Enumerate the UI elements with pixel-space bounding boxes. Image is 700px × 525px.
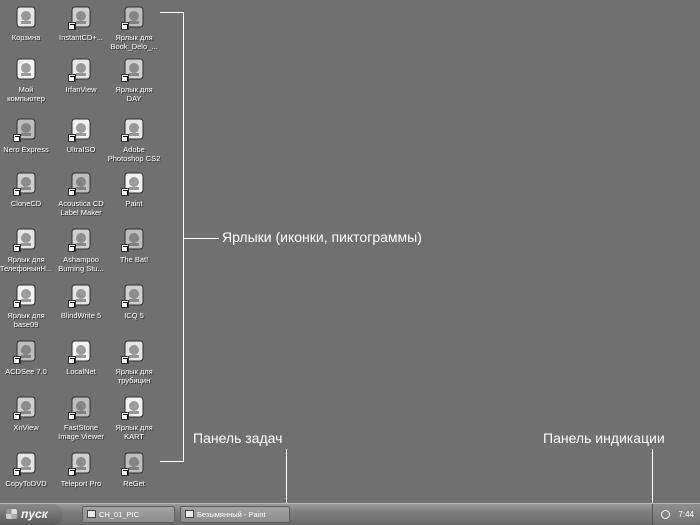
- reget-icon: [121, 450, 147, 476]
- phonebook-icon: [13, 226, 39, 252]
- icq-flower-icon: [121, 282, 147, 308]
- shortcut-arrow-icon: [13, 300, 21, 308]
- shortcut-arrow-icon: [13, 468, 21, 476]
- start-label: пуск: [21, 507, 48, 521]
- desktop-icon-label: The Bat!: [119, 255, 149, 264]
- folder-icon: [121, 4, 147, 30]
- shortcut-arrow-icon: [68, 468, 76, 476]
- shortcut-arrow-icon: [68, 188, 76, 196]
- shortcut-arrow-icon: [68, 412, 76, 420]
- desktop-icon-trubitsin-shortcut[interactable]: Ярлык для трубицин: [102, 338, 166, 385]
- shortcut-arrow-icon: [121, 74, 129, 82]
- taskbar-pointer-line: [286, 449, 287, 506]
- instantcd-icon: [68, 4, 94, 30]
- photoshop-icon: [121, 116, 147, 142]
- tray-pointer-line: [652, 449, 653, 506]
- recycle-bin-icon: [13, 4, 39, 30]
- shortcut-arrow-icon: [68, 244, 76, 252]
- task-label: Безымянный - Paint: [197, 510, 266, 519]
- shortcut-arrow-icon: [68, 22, 76, 30]
- clock[interactable]: 7:44: [678, 504, 694, 525]
- shortcut-arrow-icon: [121, 412, 129, 420]
- desktop-icon-book-delo-shortcut[interactable]: Ярлык для Book_Delo_...: [102, 4, 166, 51]
- bracket-pointer-line: [183, 238, 219, 239]
- paint-icon: [185, 510, 194, 518]
- bracket-bottom-line: [160, 461, 184, 462]
- task-button-folder[interactable]: CH_01_PIC: [82, 506, 175, 523]
- taskbar: пуск CH_01_PIC Безымянный - Paint 7:44: [0, 503, 700, 525]
- xnview-icon: [13, 394, 39, 420]
- copytodvd-icon: [13, 450, 39, 476]
- shortcut-arrow-icon: [68, 300, 76, 308]
- desktop-icon-label: Ярлык для Book_Delo_...: [110, 33, 158, 51]
- users-icon: [121, 338, 147, 364]
- desktop: Корзина InstantCD+... Ярлык для Book_Delo_…: [0, 0, 700, 506]
- nero-icon: [13, 116, 39, 142]
- shortcut-arrow-icon: [13, 134, 21, 142]
- eye-icon: [68, 394, 94, 420]
- callout-taskbar: Панель задач: [193, 430, 283, 446]
- start-button[interactable]: пуск: [0, 504, 62, 525]
- bracket-vertical-line: [183, 12, 184, 461]
- tray-refresh-icon[interactable]: [661, 510, 670, 519]
- system-tray: 7:44: [652, 504, 700, 525]
- callout-tray: Панель индикации: [543, 430, 665, 446]
- acdsee-icon: [13, 338, 39, 364]
- desktop-icon-kart-shortcut[interactable]: Ярлык для KART: [102, 394, 166, 441]
- shortcut-arrow-icon: [121, 300, 129, 308]
- bat-icon: [121, 226, 147, 252]
- shortcut-arrow-icon: [13, 244, 21, 252]
- database-icon: [13, 282, 39, 308]
- clonecd-icon: [13, 170, 39, 196]
- desktop-icon-label: Ярлык для трубицин: [115, 367, 153, 385]
- ashampoo-icon: [68, 226, 94, 252]
- desktop-icon-label: Ярлык для DAY: [115, 85, 153, 103]
- shortcut-arrow-icon: [121, 188, 129, 196]
- folder-icon: [87, 510, 96, 518]
- shortcut-arrow-icon: [13, 356, 21, 364]
- irfanview-icon: [68, 56, 94, 82]
- shortcut-arrow-icon: [121, 22, 129, 30]
- desktop-icon-day-shortcut[interactable]: Ярлык для DAY: [102, 56, 166, 103]
- paint-icon: [121, 170, 147, 196]
- callout-shortcuts: Ярлыки (иконки, пиктограммы): [222, 229, 422, 245]
- desktop-icon-label: ReGet: [123, 479, 145, 488]
- shortcut-arrow-icon: [13, 412, 21, 420]
- desktop-icon-icq[interactable]: ICQ 5: [102, 282, 166, 320]
- shortcut-arrow-icon: [121, 244, 129, 252]
- shortcut-arrow-icon: [121, 468, 129, 476]
- bracket-top-line: [160, 12, 184, 13]
- blindwrite-icon: [68, 282, 94, 308]
- desktop-icon-reget[interactable]: ReGet: [102, 450, 166, 488]
- shortcut-arrow-icon: [13, 188, 21, 196]
- windows-flag-icon: [6, 509, 17, 519]
- desktop-icon-label: Adobe Photoshop CS2: [107, 145, 161, 163]
- shortcut-arrow-icon: [121, 356, 129, 364]
- desktop-icon-photoshop[interactable]: Adobe Photoshop CS2: [102, 116, 166, 163]
- desktop-icon-label: Ярлык для KART: [115, 423, 153, 441]
- shortcut-arrow-icon: [68, 134, 76, 142]
- localnet-icon: [68, 338, 94, 364]
- desktop-icon-paint[interactable]: Paint: [102, 170, 166, 208]
- cd-label-icon: [68, 170, 94, 196]
- desktop-icon-label: ICQ 5: [124, 311, 144, 320]
- task-label: CH_01_PIC: [99, 510, 140, 519]
- shortcut-arrow-icon: [121, 134, 129, 142]
- task-button-paint[interactable]: Безымянный - Paint: [180, 506, 290, 523]
- shortcut-arrow-icon: [68, 74, 76, 82]
- desktop-icon-label: Paint: [125, 199, 143, 208]
- desktop-icon-thebat[interactable]: The Bat!: [102, 226, 166, 264]
- teleport-icon: [68, 450, 94, 476]
- computer-icon: [13, 56, 39, 82]
- disc-icon: [68, 116, 94, 142]
- shortcut-arrow-icon: [68, 356, 76, 364]
- document-icon: [121, 394, 147, 420]
- word-document-icon: [121, 56, 147, 82]
